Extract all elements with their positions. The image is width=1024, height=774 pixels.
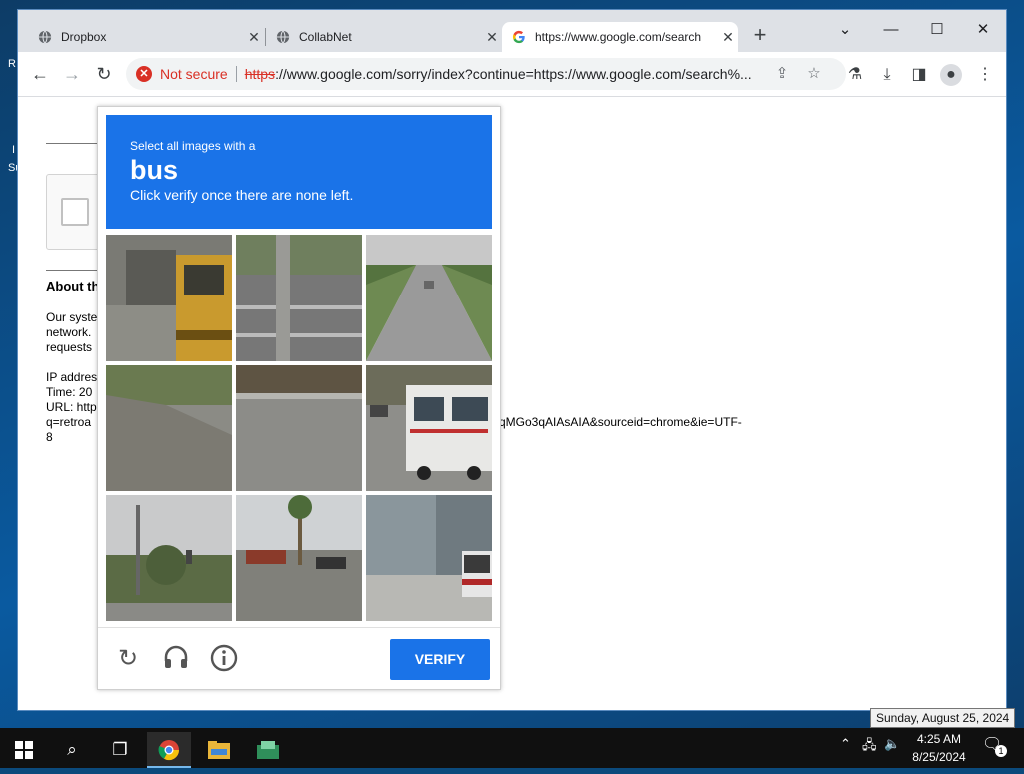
desktop-icon-label: I bbox=[12, 144, 16, 156]
taskbar-chrome-icon[interactable] bbox=[147, 732, 191, 768]
reload-button[interactable]: ↻ bbox=[92, 62, 116, 86]
back-button[interactable]: ← bbox=[28, 62, 52, 86]
page-line: requests bbox=[46, 340, 93, 354]
maximize-button[interactable]: ☐ bbox=[914, 16, 960, 44]
google-g-icon bbox=[512, 30, 525, 44]
captcha-tile-white-bus[interactable] bbox=[366, 365, 492, 491]
tab-title: Dropbox bbox=[61, 30, 107, 44]
forward-button[interactable]: → bbox=[60, 62, 84, 86]
clock-time: 4:25 AM bbox=[916, 732, 962, 746]
new-tab-button[interactable]: + bbox=[748, 24, 772, 48]
share-icon[interactable]: ⇪ bbox=[772, 64, 792, 84]
reload-challenge-icon[interactable]: ↻ bbox=[113, 644, 143, 674]
bookmark-star-icon[interactable]: ☆ bbox=[804, 64, 824, 84]
headphones-icon bbox=[164, 645, 188, 668]
time-line: Time: 20 bbox=[46, 385, 93, 399]
tab-title: https://www.google.com/search bbox=[535, 30, 702, 44]
notification-badge: 1 bbox=[995, 745, 1007, 757]
globe-icon bbox=[276, 30, 290, 44]
verify-button[interactable]: VERIFY bbox=[390, 639, 490, 680]
recaptcha-checkbox[interactable] bbox=[61, 198, 89, 226]
browser-toolbar: ← → ↻ ✕ Not secure https ://www.google.c… bbox=[18, 52, 1006, 97]
captcha-tile-palm-street[interactable] bbox=[236, 495, 362, 621]
omnibox-divider bbox=[235, 66, 237, 82]
profile-avatar-icon[interactable]: ● bbox=[940, 64, 962, 86]
desktop-icon-label: R bbox=[8, 58, 16, 70]
system-clock[interactable]: 4:25 AM 8/25/2024 bbox=[904, 730, 974, 766]
captcha-instruction: Select all images with a bbox=[130, 139, 256, 153]
tab-google-search[interactable]: https://www.google.com/search ✕ bbox=[502, 22, 738, 52]
labs-flask-icon[interactable]: ⚗ bbox=[844, 64, 866, 86]
task-view-icon[interactable]: ❐ bbox=[98, 732, 142, 768]
captcha-tile-roadside-dirt[interactable] bbox=[106, 365, 232, 491]
page-line: Our syste bbox=[46, 310, 98, 324]
tab-dropbox[interactable]: Dropbox ✕ bbox=[28, 22, 264, 52]
globe-icon bbox=[38, 30, 52, 44]
captcha-header: Select all images with a bus Click verif… bbox=[106, 115, 492, 229]
captcha-dialog: Select all images with a bus Click verif… bbox=[97, 106, 501, 690]
captcha-image-grid bbox=[106, 235, 492, 621]
taskbar-app-icon[interactable] bbox=[246, 732, 290, 768]
info-icon[interactable] bbox=[209, 644, 239, 674]
captcha-tile-street-pole[interactable] bbox=[236, 235, 362, 361]
url-scheme: https bbox=[244, 66, 276, 82]
network-icon[interactable]: 🖧 bbox=[862, 736, 877, 758]
page-heading: About th bbox=[46, 279, 100, 294]
tab-collabnet[interactable]: CollabNet ✕ bbox=[266, 22, 502, 52]
tab-search-chevron-icon[interactable]: ⌄ bbox=[822, 16, 868, 44]
captcha-instruction-sub: Click verify once there are none left. bbox=[130, 187, 354, 203]
captcha-tile-school-bus-front[interactable] bbox=[106, 235, 232, 361]
file-explorer-icon[interactable] bbox=[197, 732, 241, 768]
close-window-button[interactable]: ✕ bbox=[960, 16, 1006, 44]
captcha-tile-road-curb[interactable] bbox=[236, 365, 362, 491]
url-line: 8 bbox=[46, 430, 53, 444]
close-tab-icon[interactable]: ✕ bbox=[718, 29, 738, 46]
show-hidden-icons-chevron-icon[interactable]: ⌃ bbox=[840, 736, 851, 752]
address-bar[interactable]: ✕ Not secure https ://www.google.com/sor… bbox=[126, 58, 846, 90]
page-line: network. bbox=[46, 325, 92, 339]
close-tab-icon[interactable]: ✕ bbox=[244, 29, 264, 46]
audio-challenge-icon[interactable] bbox=[161, 644, 191, 674]
url-line-tail: qMGo3qAIAsAIA&sourceid=chrome&ie=UTF- bbox=[499, 415, 742, 429]
download-icon[interactable]: ⤓ bbox=[876, 64, 898, 86]
captcha-tile-building-bus[interactable] bbox=[366, 495, 492, 621]
taskbar: ⌕ ❐ ⌃ 🖧 🔈 4:25 AM 8/25/2024 🗨 1 bbox=[0, 728, 1024, 768]
divider bbox=[46, 270, 100, 271]
ip-address-line: IP addres bbox=[46, 370, 98, 384]
search-icon[interactable]: ⌕ bbox=[50, 732, 94, 768]
menu-kebab-icon[interactable]: ⋮ bbox=[974, 64, 996, 86]
clock-date: 8/25/2024 bbox=[912, 750, 966, 764]
url-text: ://www.google.com/sorry/index?continue=h… bbox=[275, 66, 752, 82]
not-secure-icon: ✕ bbox=[136, 66, 152, 82]
start-windows-icon[interactable] bbox=[2, 732, 46, 768]
date-tooltip: Sunday, August 25, 2024 bbox=[870, 708, 1016, 728]
captcha-target-word: bus bbox=[130, 155, 179, 185]
captcha-tile-traffic-light[interactable] bbox=[106, 495, 232, 621]
close-tab-icon[interactable]: ✕ bbox=[482, 29, 502, 46]
url-line: URL: http bbox=[46, 400, 97, 414]
security-label: Not secure bbox=[160, 66, 228, 82]
minimize-button[interactable]: — bbox=[868, 16, 914, 44]
tab-title: CollabNet bbox=[299, 30, 352, 44]
captcha-footer: ↻ VERIFY bbox=[98, 627, 500, 690]
divider bbox=[46, 143, 100, 144]
volume-muted-icon[interactable]: 🔈 bbox=[884, 736, 900, 752]
captcha-tile-road-car[interactable] bbox=[366, 235, 492, 361]
url-line: q=retroa bbox=[46, 415, 92, 429]
side-panel-icon[interactable]: ◨ bbox=[908, 64, 930, 86]
tab-strip: Dropbox ✕ CollabNet ✕ https://www.google… bbox=[18, 10, 1006, 52]
info-circle-icon bbox=[210, 644, 238, 672]
